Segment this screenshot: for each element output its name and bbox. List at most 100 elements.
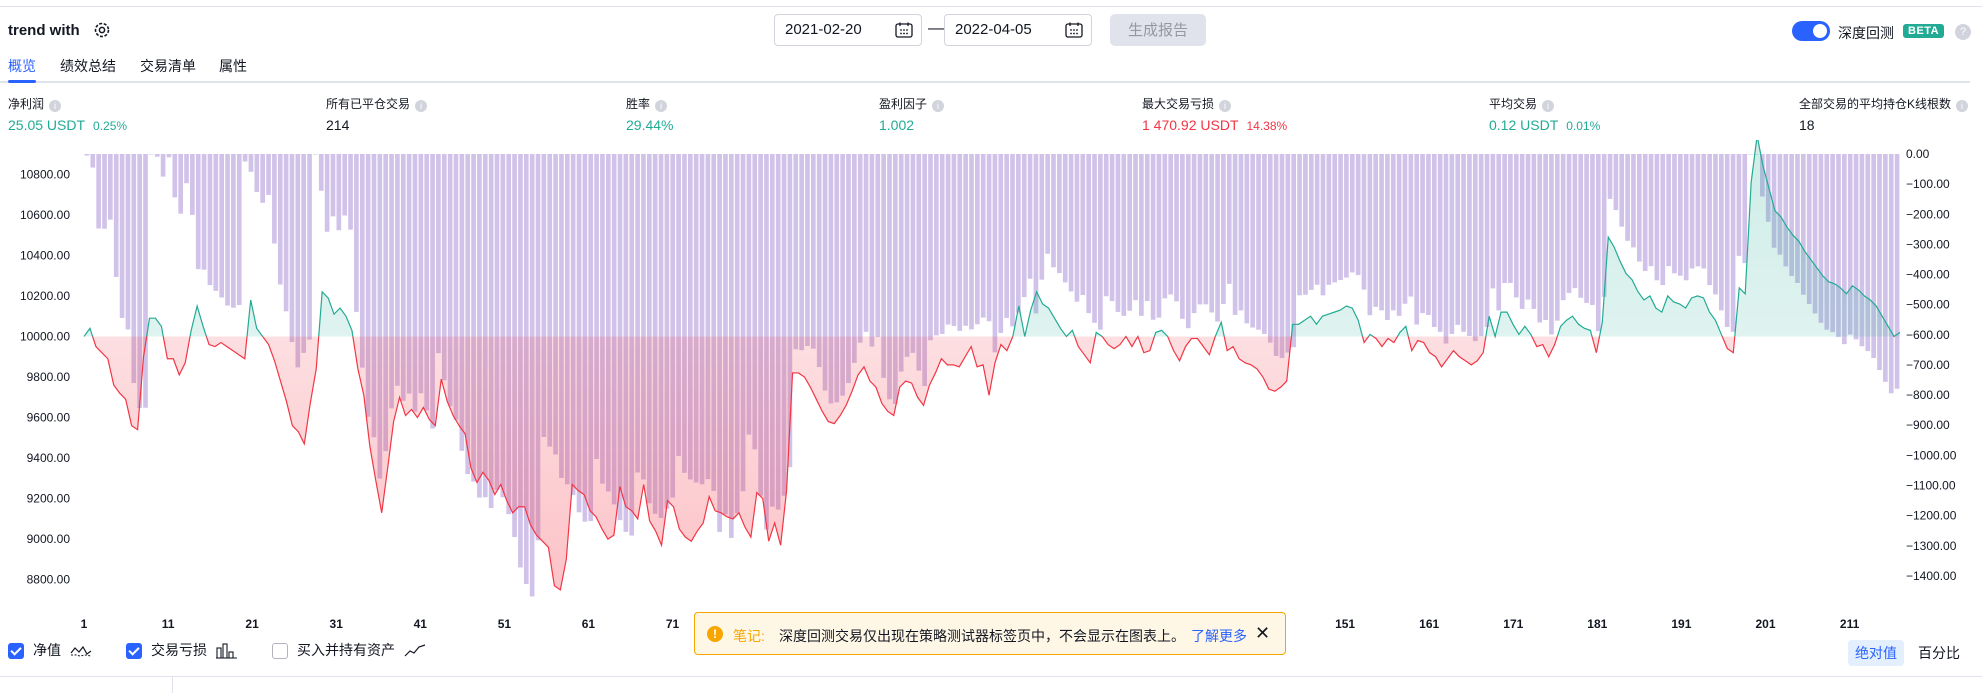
trade-loss-bar [1619,154,1625,227]
y-right-tick-label: −900.00 [1906,418,1950,432]
trade-loss-bar [1332,154,1338,283]
x-tick-label: 201 [1755,617,1775,631]
trade-loss-bar [1414,154,1420,325]
info-icon[interactable]: i [1956,100,1969,112]
date-from-value: 2021-02-20 [785,21,862,38]
trade-loss-bar [1373,154,1379,307]
trade-loss-bar [1098,154,1103,330]
date-to-input[interactable]: 2022-04-05 [944,14,1092,46]
date-from-input[interactable]: 2021-02-20 [774,14,922,46]
trade-loss-bar [863,154,869,332]
info-icon[interactable]: i [49,100,62,112]
trade-loss-bar [1191,154,1197,314]
trade-loss-bar [1894,154,1900,389]
trade-loss-bar [1513,154,1519,298]
gear-icon[interactable] [92,20,112,40]
trade-loss-bar [436,154,441,354]
trade-loss-bar [1203,154,1209,305]
trade-loss-bar [869,154,875,347]
buy-hold-checkbox[interactable] [272,643,288,659]
trade-loss-bar [149,154,154,155]
trade-loss-bar [248,154,254,172]
trade-loss-bar [1221,154,1226,305]
trade-loss-bar [342,154,348,216]
trades-loss-legend-label: 交易亏损 [151,642,207,658]
y-right-tick-label: −1400.00 [1906,569,1957,583]
tab-properties[interactable]: 属性 [219,56,247,76]
trade-loss-bar [1109,154,1115,302]
learn-more-link[interactable]: 了解更多 [1191,626,1247,646]
info-icon[interactable]: i [932,100,945,112]
generate-report-button[interactable]: 生成报告 [1110,14,1206,46]
trade-loss-bar [951,154,957,327]
help-icon[interactable]: ? [1955,24,1971,40]
x-tick-label: 51 [498,617,512,631]
trade-loss-bar [102,154,107,229]
trade-loss-bar [1584,154,1589,303]
trade-loss-bar [119,154,125,318]
trade-loss-bar [1238,154,1244,311]
tab-trades-list[interactable]: 交易清单 [140,56,196,76]
calendar-icon[interactable] [895,22,913,38]
y-right-tick-label: −600.00 [1906,328,1950,342]
trade-loss-bar [1297,154,1302,296]
x-tick-label: 61 [582,617,596,631]
trade-loss-bar [1502,154,1507,283]
y-right-tick-label: −200.00 [1906,207,1950,221]
y-left-tick-label: 9600.00 [27,411,71,425]
trade-loss-bar [254,154,260,192]
equity-checkbox[interactable] [8,643,24,659]
trade-loss-bar [934,154,939,336]
trade-loss-bar [1467,154,1472,337]
trade-loss-bar [1390,154,1396,311]
trade-loss-bar [1648,154,1654,267]
trade-loss-bar [805,154,810,346]
trade-loss-bar [1719,154,1724,311]
trade-loss-bar [1150,154,1156,320]
trade-loss-bar [318,154,324,191]
trade-loss-bar [1636,154,1642,262]
trade-loss-bar [1010,154,1015,327]
close-icon[interactable]: ✕ [1255,623,1270,644]
deep-backtest-toggle[interactable] [1792,21,1830,41]
trade-loss-bar [1531,154,1537,309]
trade-loss-bar [1666,154,1671,267]
trade-loss-bar [1103,154,1109,297]
percent-toggle[interactable]: 百分比 [1918,640,1960,666]
info-icon[interactable]: i [655,100,668,112]
trade-loss-bar [1133,154,1138,301]
trade-loss-bar [172,154,178,198]
absolute-value-toggle[interactable]: 绝对值 [1848,640,1904,666]
info-icon[interactable]: i [415,100,428,112]
x-tick-label: 31 [330,617,344,631]
trade-loss-bar [190,154,195,215]
trade-loss-bar [330,154,336,217]
trade-loss-bar [1642,154,1648,271]
trade-loss-bar [1490,154,1496,289]
metric-percent: 0.25% [93,119,128,133]
tab-performance-summary[interactable]: 绩效总结 [60,56,116,76]
trade-loss-bar [1455,154,1461,325]
trades-loss-checkbox[interactable] [126,643,142,659]
trade-loss-bar [1057,154,1062,274]
metric-value: 18 [1799,117,1815,133]
y-right-tick-label: −500.00 [1906,298,1950,312]
trade-loss-bar [1554,154,1560,321]
trade-loss-bar [1677,154,1683,276]
trade-loss-bar [1689,154,1695,269]
info-icon[interactable]: i [1542,100,1555,112]
report-tabs: 概览 绩效总结 交易清单 属性 [0,52,1982,82]
trade-loss-bar [96,154,101,229]
y-right-tick-label: −300.00 [1906,237,1950,251]
calendar-icon[interactable] [1065,22,1083,38]
trade-loss-bar [1320,154,1326,296]
info-icon[interactable]: i [1219,100,1232,112]
y-right-tick-label: −400.00 [1906,268,1950,282]
y-right-tick-label: −1200.00 [1906,509,1957,523]
trade-loss-bar [166,154,172,158]
tab-overview[interactable]: 概览 [8,56,36,76]
trade-loss-bar [1426,154,1431,315]
trade-loss-bar [108,154,113,220]
trade-loss-bar [301,154,307,353]
trade-loss-bar [295,154,301,368]
